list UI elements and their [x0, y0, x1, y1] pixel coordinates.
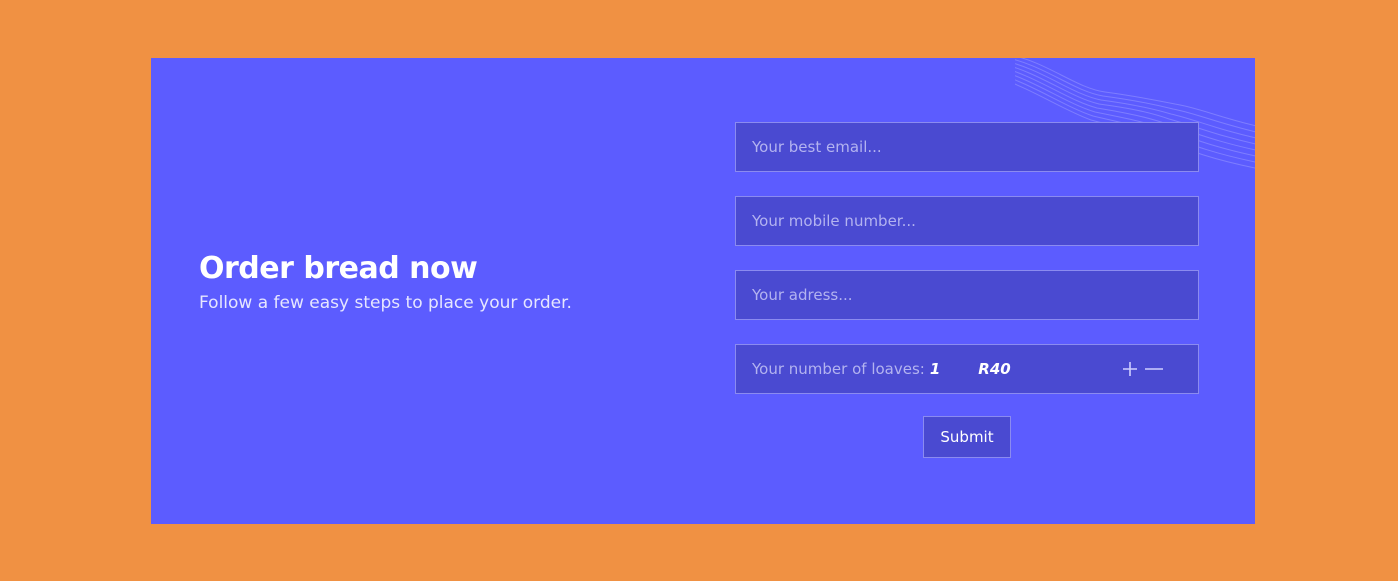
email-field-container [735, 122, 1199, 172]
loaves-quantity-field: Your number of loaves: 1 R40 [735, 344, 1199, 394]
minus-icon[interactable] [1144, 359, 1164, 379]
mobile-number-field[interactable] [752, 197, 1182, 245]
quantity-stepper [1120, 359, 1164, 379]
page-title: Order bread now [199, 251, 478, 286]
loaves-count: 1 [929, 360, 941, 378]
submit-button[interactable]: Submit [923, 416, 1011, 458]
order-form: Your number of loaves: 1 R40 Submit [735, 122, 1199, 458]
address-field[interactable] [752, 271, 1182, 319]
order-price: R40 [978, 360, 1011, 378]
address-field-container [735, 270, 1199, 320]
loaves-label: Your number of loaves: [752, 360, 925, 378]
submit-row: Submit [735, 416, 1199, 458]
email-field[interactable] [752, 123, 1182, 171]
order-card: Order bread now Follow a few easy steps … [151, 58, 1255, 524]
mobile-field-container [735, 196, 1199, 246]
intro-section: Order bread now Follow a few easy steps … [199, 250, 572, 314]
plus-icon[interactable] [1120, 359, 1140, 379]
page-subtitle: Follow a few easy steps to place your or… [199, 293, 572, 313]
